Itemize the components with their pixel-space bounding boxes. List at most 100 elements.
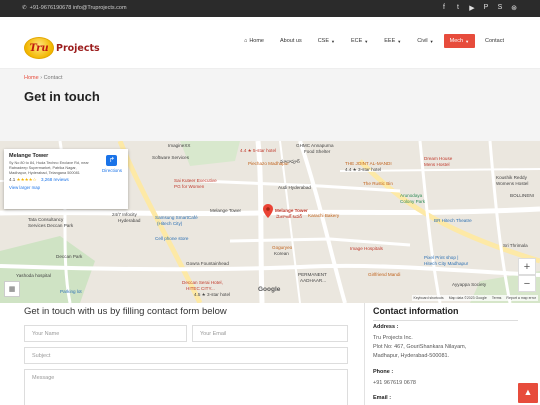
nav-about[interactable]: About us: [274, 34, 308, 48]
email-input[interactable]: Your Email: [192, 325, 348, 342]
map-label: Girlfriend Mandi: [368, 272, 401, 277]
map-label: Piechazo Madhapur: [248, 161, 289, 166]
contact-section: Get in touch with us by filling contact …: [0, 303, 540, 405]
keyboard-shortcuts-link[interactable]: Keyboard shortcuts: [414, 296, 444, 300]
map-layers-icon[interactable]: ▦: [4, 281, 20, 297]
map-label: Tata Consultancy: [28, 217, 64, 222]
place-address: Sy No 80 to 84, Huda Techno Enclave Rd, …: [9, 161, 89, 175]
map-label: Colony Park: [400, 199, 426, 204]
dribbble-icon[interactable]: ⊛: [510, 4, 518, 12]
directions-button[interactable]: ↱ Directions: [102, 155, 122, 173]
name-input[interactable]: Your Name: [24, 325, 187, 342]
chevron-down-icon: ▼: [397, 38, 402, 44]
directions-icon: ↱: [106, 155, 118, 166]
nav-cse-label: CSE: [317, 38, 330, 44]
form-title: Get in touch with us by filling contact …: [24, 306, 227, 317]
message-textarea[interactable]: Message: [24, 369, 348, 405]
phone-icon: ✆: [22, 5, 27, 11]
map-label: Gowra Fountainhead: [186, 261, 229, 266]
map-label: Yashoda hospital: [16, 273, 51, 278]
nav-about-label: About us: [279, 38, 302, 44]
top-contact: ✆ +91-9676190678 info@Truprojects.com: [22, 5, 127, 11]
zoom-out-button[interactable]: −: [518, 275, 536, 292]
social-links: f t ▶ P S ⊛: [440, 4, 518, 12]
rating-value: 4.1: [9, 177, 16, 183]
map-label: ImagineXX: [168, 143, 191, 148]
zoom-in-button[interactable]: +: [518, 258, 536, 275]
map-label: PERMANENT: [298, 272, 327, 277]
map-label: Deccan Serai Hotel,: [182, 280, 223, 285]
map-pin-label: Melange Tower: [275, 208, 308, 213]
map-label: (Hitech City): [157, 221, 183, 226]
contact-info-underline: [373, 320, 518, 321]
nav-eee-label: EEE: [384, 38, 396, 44]
view-larger-map-link[interactable]: View larger map: [9, 185, 123, 190]
map-attribution: Keyboard shortcuts Map data ©2023 Google…: [411, 295, 538, 301]
nav-home[interactable]: ⌂ Home: [238, 34, 270, 48]
breadcrumb-home[interactable]: Home: [24, 75, 39, 81]
map-label: Audi Hyderabad: [278, 185, 311, 190]
map-label: Software Services: [152, 155, 190, 160]
map-label: Korean: [274, 251, 289, 256]
chevron-down-icon: ▼: [429, 38, 434, 44]
map-label: Koushik Reddy: [496, 175, 527, 180]
map-label: Hitech City Madhapur: [424, 261, 469, 266]
twitter-icon[interactable]: t: [454, 4, 462, 12]
map-label: Image Hospitals: [350, 246, 383, 251]
main-nav: ⌂ Home About us CSE ▼ ECE ▼ EEE ▼ Civil …: [234, 34, 510, 48]
directions-label: Directions: [101, 168, 122, 173]
company-name: Tru Projects Inc.: [373, 335, 413, 341]
map-label: Goguryeo: [272, 245, 293, 250]
map-label: Arunodaya: [400, 193, 423, 198]
facebook-icon[interactable]: f: [440, 4, 448, 12]
pinterest-icon[interactable]: P: [482, 4, 490, 12]
map-pin-label-local: మెలాంజ్ టవర్: [276, 214, 303, 219]
youtube-icon[interactable]: ▶: [468, 4, 476, 12]
skype-icon[interactable]: S: [496, 4, 504, 12]
site-header: Tru Projects ⌂ Home About us CSE ▼ ECE ▼…: [0, 17, 540, 69]
subject-input[interactable]: Subject: [24, 347, 348, 364]
breadcrumb-separator: ›: [40, 75, 43, 81]
map-label: Sai Kuteer Executive: [174, 178, 217, 183]
nav-mech-label: Mech: [449, 38, 464, 44]
logo-text: Projects: [56, 42, 100, 54]
map-label: AADHAAR...: [300, 278, 327, 283]
rating-stars-icon: ★★★★☆: [16, 177, 37, 183]
map-label: Parking lot: [60, 289, 82, 294]
section-divider: [364, 303, 365, 405]
map-label: Services Deccan Park: [28, 223, 74, 228]
page-title-area: Home › Contact Get in touch: [0, 69, 540, 141]
nav-cse[interactable]: CSE ▼: [312, 34, 341, 48]
nav-civil[interactable]: Civil ▼: [411, 34, 439, 48]
nav-mech[interactable]: Mech ▼: [443, 34, 476, 48]
place-rating: 4.1 ★★★★☆ 3,268 reviews: [9, 177, 123, 183]
map-pin-icon[interactable]: [263, 204, 273, 220]
top-bar: ✆ +91-9676190678 info@Truprojects.com f …: [0, 0, 540, 17]
chevron-down-icon: ▼: [465, 38, 470, 44]
map-label: Sri Thrimala: [503, 243, 528, 248]
address-line-2: Madhapur, Hyderabad-500081.: [373, 353, 450, 359]
nav-eee[interactable]: EEE ▼: [378, 34, 407, 48]
phone-number[interactable]: +91 967619 0678: [373, 379, 416, 387]
map-label: Cell phone store: [155, 236, 189, 241]
google-logo: Google: [258, 286, 281, 293]
terms-link[interactable]: Terms: [492, 296, 502, 300]
map-label: 4.4 ★ 3-star hotel: [345, 167, 382, 172]
nav-contact[interactable]: Contact: [479, 34, 510, 48]
reviews-link[interactable]: 3,268 reviews: [41, 177, 69, 182]
map-label: 4.4 ★ 5-star hotel: [240, 148, 277, 153]
scroll-to-top-button[interactable]: ▲: [518, 383, 538, 403]
chevron-down-icon: ▼: [331, 38, 335, 44]
map-label: Deccan Park: [56, 254, 83, 259]
address-line-1: Plot No: 467, GouriShankara Nilayam,: [373, 344, 467, 350]
nav-ece[interactable]: ECE ▼: [345, 34, 374, 48]
nav-civil-label: Civil: [417, 38, 428, 44]
logo-badge: Tru: [24, 37, 54, 59]
map-label: THE JOINT AL-MANDI: [345, 161, 392, 166]
site-logo[interactable]: Tru Projects: [24, 37, 100, 59]
report-error-link[interactable]: Report a map error: [506, 296, 536, 300]
map-label: PG for Women: [174, 184, 205, 189]
nav-home-label: Home: [249, 38, 264, 44]
nav-contact-label: Contact: [485, 38, 504, 44]
breadcrumb-current: Contact: [43, 75, 63, 81]
